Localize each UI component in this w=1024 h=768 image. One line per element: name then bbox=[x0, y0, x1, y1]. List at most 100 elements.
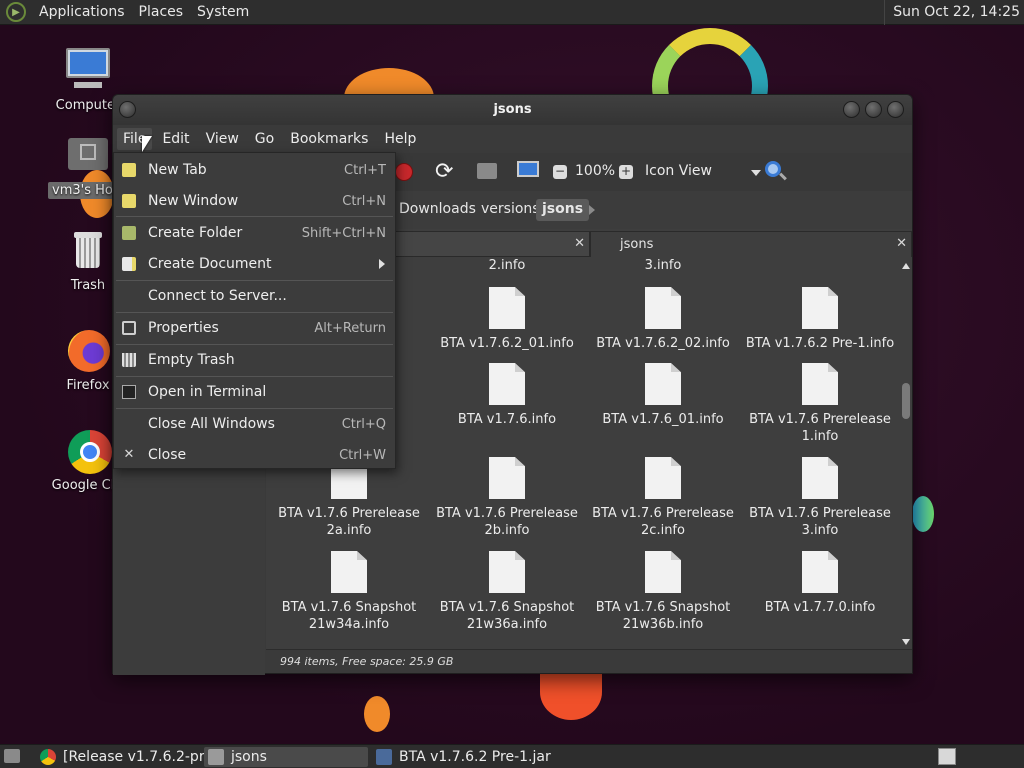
trash-icon bbox=[64, 226, 112, 274]
close-window-button[interactable] bbox=[887, 101, 904, 118]
menu-help[interactable]: Help bbox=[378, 128, 422, 150]
new-tab-icon bbox=[122, 163, 136, 177]
document-icon bbox=[802, 363, 838, 405]
menu-item-open-in-terminal[interactable]: Open in Terminal bbox=[114, 377, 395, 407]
new-window-icon bbox=[122, 194, 136, 208]
menu-item-close-all-windows[interactable]: Close All Windows Ctrl+Q bbox=[114, 409, 395, 439]
file-name: BTA v1.7.6_01.info bbox=[602, 412, 724, 427]
menu-view[interactable]: View bbox=[200, 128, 245, 150]
close-icon[interactable]: ✕ bbox=[574, 236, 585, 251]
file-item[interactable]: BTA v1.7.6 Snapshot 21w34a.info bbox=[274, 551, 424, 633]
menu-edit[interactable]: Edit bbox=[156, 128, 195, 150]
menu-item-label: Properties bbox=[148, 320, 219, 336]
taskbar-item-chrome[interactable]: [Release v1.7.6.2-pr... bbox=[36, 747, 217, 767]
menu-item-accel: Alt+Return bbox=[314, 321, 386, 336]
file-name: BTA v1.7.6.info bbox=[457, 412, 557, 427]
task-label: jsons bbox=[231, 749, 267, 765]
menu-item-create-folder[interactable]: Create Folder Shift+Ctrl+N bbox=[114, 218, 395, 248]
top-panel: ▶ Applications Places System Sun Oct 22,… bbox=[0, 0, 1024, 25]
zoom-out-icon[interactable]: − bbox=[553, 165, 567, 179]
zoom-in-icon[interactable]: + bbox=[619, 165, 633, 179]
document-icon bbox=[331, 551, 367, 593]
reload-icon[interactable]: ⟳ bbox=[435, 161, 457, 183]
wallpaper-small-orange-blob bbox=[364, 696, 390, 732]
scrollbar-thumb[interactable] bbox=[902, 383, 910, 419]
file-name: BTA v1.7.6.2_02.info bbox=[596, 336, 730, 351]
chrome-icon bbox=[40, 749, 56, 765]
firefox-icon bbox=[64, 326, 112, 374]
menu-item-label: Connect to Server... bbox=[148, 288, 287, 304]
file-name: BTA v1.7.6 Prerelease 2c.info bbox=[592, 506, 734, 538]
file-item[interactable]: BTA v1.7.6 Prerelease 2c.info bbox=[588, 457, 738, 539]
menu-item-label: Close All Windows bbox=[148, 416, 275, 432]
maximize-button[interactable] bbox=[865, 101, 882, 118]
menu-separator bbox=[116, 216, 393, 217]
view-mode-select[interactable]: Icon View bbox=[643, 161, 761, 183]
system-logo-icon[interactable]: ▶ bbox=[6, 2, 26, 22]
menu-item-close[interactable]: ✕ Close Ctrl+W bbox=[114, 440, 395, 470]
menu-item-new-tab[interactable]: New Tab Ctrl+T bbox=[114, 155, 395, 185]
system-menu[interactable]: System bbox=[190, 4, 256, 20]
menu-item-properties[interactable]: Properties Alt+Return bbox=[114, 313, 395, 343]
task-label: [Release v1.7.6.2-pr... bbox=[63, 749, 217, 765]
chevron-right-icon[interactable] bbox=[589, 205, 595, 215]
file-item[interactable]: 3.info bbox=[588, 257, 738, 274]
clock[interactable]: Sun Oct 22, 14:25 bbox=[884, 0, 1020, 25]
document-icon bbox=[489, 551, 525, 593]
workspace-switcher[interactable] bbox=[938, 748, 956, 765]
document-icon bbox=[489, 363, 525, 405]
file-item[interactable]: BTA v1.7.6 Prerelease 2b.info bbox=[432, 457, 582, 539]
search-icon[interactable] bbox=[765, 161, 787, 183]
show-desktop-icon[interactable] bbox=[4, 749, 20, 763]
folder-new-icon bbox=[122, 226, 136, 240]
scroll-up-icon[interactable] bbox=[902, 263, 910, 269]
file-item[interactable]: BTA v1.7.6.2_02.info bbox=[588, 287, 738, 352]
wallpaper-teal-blob bbox=[912, 496, 934, 532]
file-item[interactable]: BTA v1.7.6 Prerelease 1.info bbox=[745, 363, 895, 445]
vertical-scrollbar[interactable] bbox=[901, 263, 911, 649]
menu-go[interactable]: Go bbox=[249, 128, 280, 150]
task-label: BTA v1.7.6.2 Pre-1.jar bbox=[399, 749, 551, 765]
menu-item-create-document[interactable]: Create Document bbox=[114, 249, 395, 279]
window-titlebar[interactable]: jsons bbox=[113, 95, 912, 125]
menu-item-connect-to-server[interactable]: Connect to Server... bbox=[114, 281, 395, 311]
file-item[interactable]: BTA v1.7.7.0.info bbox=[745, 551, 895, 616]
document-icon bbox=[802, 551, 838, 593]
file-name: BTA v1.7.6.2 Pre-1.info bbox=[745, 336, 895, 351]
applications-menu[interactable]: Applications bbox=[32, 4, 132, 20]
menu-item-accel: Ctrl+W bbox=[339, 448, 386, 463]
breadcrumb-downloads[interactable]: Downloads bbox=[393, 199, 482, 221]
file-item[interactable]: BTA v1.7.6 Snapshot 21w36b.info bbox=[588, 551, 738, 633]
folder-icon bbox=[208, 749, 224, 765]
menu-item-new-window[interactable]: New Window Ctrl+N bbox=[114, 186, 395, 216]
view-mode-label: Icon View bbox=[645, 163, 712, 179]
computer-icon[interactable] bbox=[517, 161, 539, 177]
menu-bookmarks[interactable]: Bookmarks bbox=[284, 128, 374, 150]
home-icon[interactable] bbox=[477, 163, 497, 179]
file-item[interactable]: BTA v1.7.6_01.info bbox=[588, 363, 738, 428]
document-icon bbox=[489, 457, 525, 499]
trash-icon bbox=[122, 353, 136, 367]
submenu-arrow-icon bbox=[379, 259, 385, 269]
minimize-button[interactable] bbox=[843, 101, 860, 118]
breadcrumb-versions[interactable]: versions bbox=[475, 199, 546, 221]
menu-item-empty-trash[interactable]: Empty Trash bbox=[114, 345, 395, 375]
status-bar: 994 items, Free space: 25.9 GB bbox=[266, 649, 912, 673]
file-item[interactable]: BTA v1.7.6.info bbox=[432, 363, 582, 428]
tab-jsons[interactable]: jsons ✕ bbox=[590, 231, 912, 257]
places-menu[interactable]: Places bbox=[132, 4, 191, 20]
file-item[interactable]: BTA v1.7.6.2 Pre-1.info bbox=[745, 287, 895, 352]
stop-icon[interactable] bbox=[395, 163, 413, 181]
taskbar-item-jar[interactable]: BTA v1.7.6.2 Pre-1.jar bbox=[372, 747, 572, 767]
breadcrumb-jsons[interactable]: jsons bbox=[536, 199, 590, 221]
menu-item-label: New Tab bbox=[148, 162, 207, 178]
file-name: BTA v1.7.6 Snapshot 21w36b.info bbox=[595, 600, 731, 632]
file-item[interactable]: BTA v1.7.6.2_01.info bbox=[432, 287, 582, 352]
scroll-down-icon[interactable] bbox=[902, 639, 910, 645]
document-icon bbox=[802, 287, 838, 329]
file-item[interactable]: BTA v1.7.6 Snapshot 21w36a.info bbox=[432, 551, 582, 633]
file-item[interactable]: BTA v1.7.6 Prerelease 3.info bbox=[745, 457, 895, 539]
close-icon[interactable]: ✕ bbox=[896, 236, 907, 251]
file-item[interactable]: 2.info bbox=[432, 257, 582, 274]
taskbar-item-jsons[interactable]: jsons bbox=[204, 747, 368, 767]
